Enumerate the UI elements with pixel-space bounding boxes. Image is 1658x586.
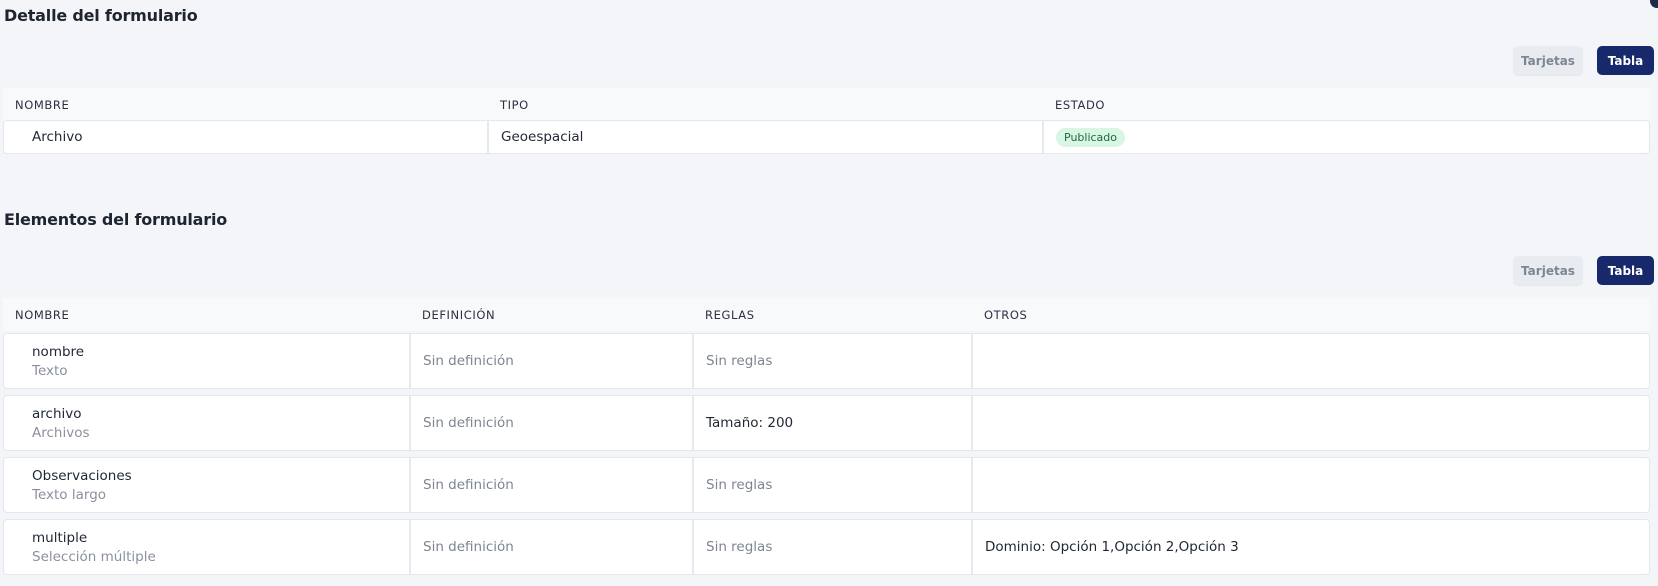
elements-col-others: OTROS <box>984 307 1028 322</box>
table-row[interactable]: nombre Texto Sin definición Sin reglas <box>3 333 1650 389</box>
detail-view-toggle: Tarjetas Tabla <box>1513 46 1654 75</box>
element-type: Archivos <box>32 424 90 441</box>
element-type: Texto <box>32 362 68 379</box>
element-name-cell: Observaciones Texto largo <box>4 458 411 512</box>
element-definition: Sin definición <box>411 396 694 450</box>
element-others: Dominio: Opción 1,Opción 2,Opción 3 <box>985 539 1239 555</box>
element-name-cell: multiple Selección múltiple <box>4 520 411 574</box>
status-badge: Publicado <box>1056 127 1126 147</box>
detail-status-cell: Publicado <box>1044 121 1649 153</box>
element-rules: Sin reglas <box>694 458 973 512</box>
element-type: Selección múltiple <box>32 548 156 565</box>
detail-type-cell: Geoespacial <box>489 121 1044 153</box>
detail-table-row[interactable]: Archivo Geoespacial Publicado <box>3 120 1650 154</box>
element-name: nombre <box>32 343 85 360</box>
table-row[interactable]: multiple Selección múltiple Sin definici… <box>3 519 1650 575</box>
element-others <box>973 334 1649 388</box>
element-definition: Sin definición <box>411 520 694 574</box>
element-name: archivo <box>32 405 82 422</box>
element-rules: Sin reglas <box>694 334 973 388</box>
detail-col-status: ESTADO <box>1055 97 1106 112</box>
element-definition: Sin definición <box>411 458 694 512</box>
detail-col-name: NOMBRE <box>15 97 70 112</box>
element-name-cell: archivo Archivos <box>4 396 411 450</box>
table-row[interactable]: Observaciones Texto largo Sin definición… <box>3 457 1650 513</box>
elements-table: NOMBRE DEFINICIÓN REGLAS OTROS nombre Te… <box>3 298 1650 575</box>
detail-table: NOMBRE TIPO ESTADO Archivo Geoespacial P… <box>3 88 1650 154</box>
element-definition: Sin definición <box>411 334 694 388</box>
elements-table-header: NOMBRE DEFINICIÓN REGLAS OTROS <box>3 298 1650 331</box>
detail-section-title: Detalle del formulario <box>4 6 198 25</box>
detail-name-cell: Archivo <box>4 121 489 153</box>
elements-table-view-button[interactable]: Tabla <box>1597 256 1654 285</box>
element-name-cell: nombre Texto <box>4 334 411 388</box>
detail-name: Archivo <box>32 129 83 145</box>
elements-view-toggle: Tarjetas Tabla <box>1513 256 1654 285</box>
element-name: multiple <box>32 529 88 546</box>
element-others <box>973 458 1649 512</box>
elements-col-definition: DEFINICIÓN <box>422 307 496 322</box>
detail-cards-view-button[interactable]: Tarjetas <box>1513 46 1583 75</box>
elements-col-rules: REGLAS <box>705 307 755 322</box>
detail-table-header: NOMBRE TIPO ESTADO <box>3 88 1650 121</box>
table-row[interactable]: archivo Archivos Sin definición Tamaño: … <box>3 395 1650 451</box>
corner-indicator <box>1650 0 1658 8</box>
element-others <box>973 396 1649 450</box>
elements-section-title: Elementos del formulario <box>4 210 228 229</box>
elements-cards-view-button[interactable]: Tarjetas <box>1513 256 1583 285</box>
element-name: Observaciones <box>32 467 132 484</box>
elements-col-name: NOMBRE <box>15 307 70 322</box>
element-rules: Tamaño: 200 <box>694 396 973 450</box>
element-rules: Sin reglas <box>694 520 973 574</box>
detail-type: Geoespacial <box>501 129 584 145</box>
detail-table-view-button[interactable]: Tabla <box>1597 46 1654 75</box>
detail-col-type: TIPO <box>500 97 529 112</box>
element-type: Texto largo <box>32 486 107 503</box>
